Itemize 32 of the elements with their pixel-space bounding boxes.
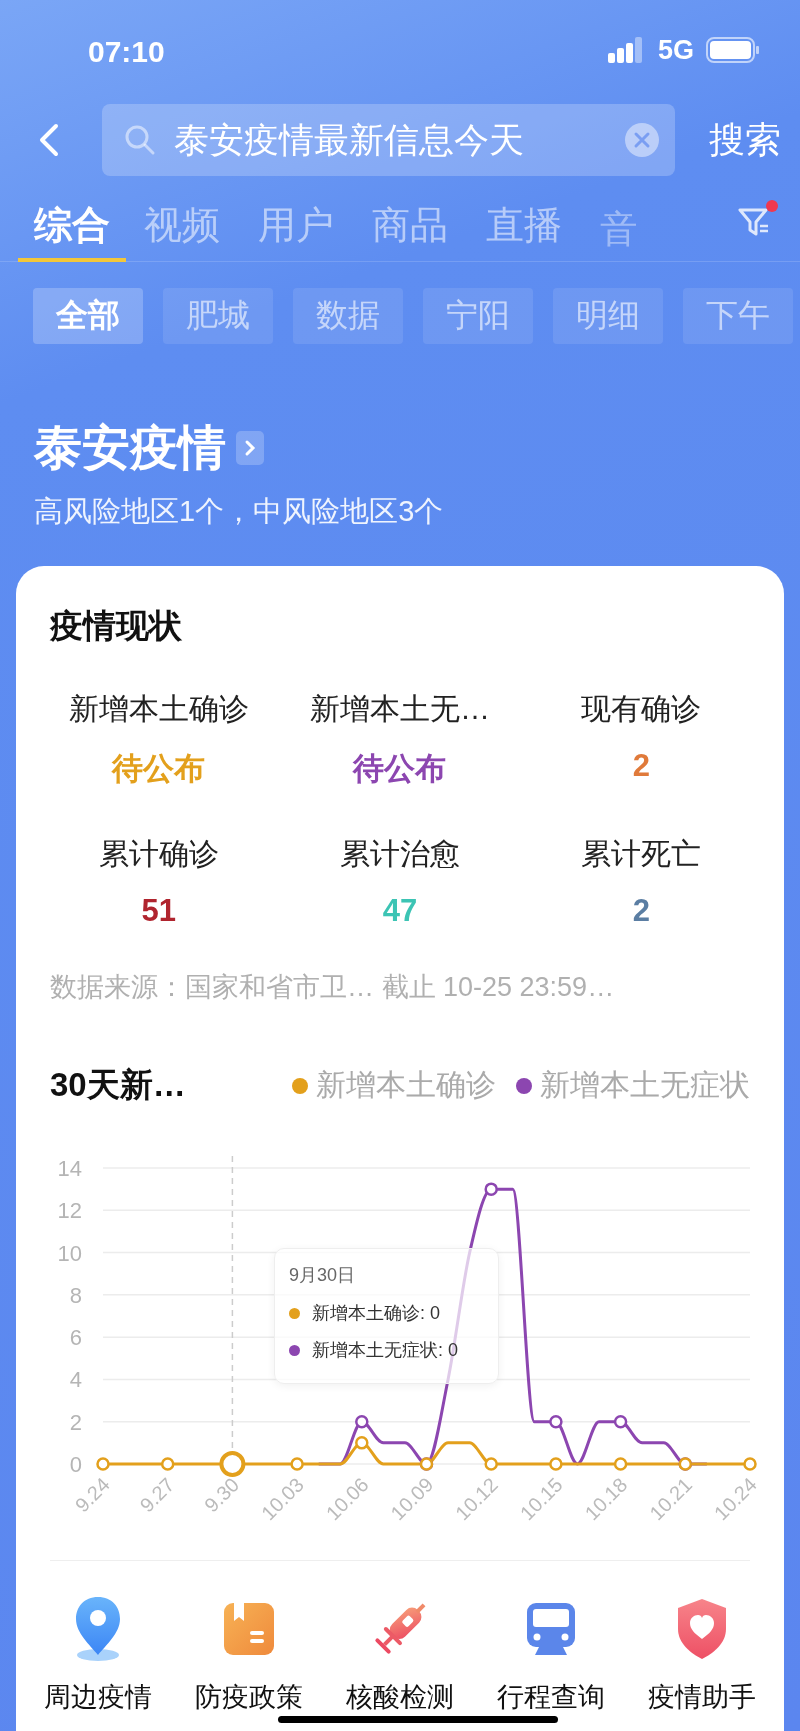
stat-label: 现有确诊	[580, 691, 703, 727]
y-tick-label: 12	[57, 1198, 82, 1224]
status-time: 07:10	[88, 34, 166, 69]
stat-value: 待公布	[110, 750, 207, 788]
stat-label: 新增本土无…	[309, 691, 491, 727]
y-tick-label: 14	[57, 1156, 82, 1181]
stat-value: 待公布	[351, 750, 448, 788]
stat-label: 新增本土确诊	[67, 691, 250, 727]
tooltip-label: 新增本土无症状: 0	[312, 1339, 458, 1362]
panel-title: 疫情现状	[50, 606, 183, 646]
topic-title: 泰安疫情	[34, 420, 226, 476]
stat-label: 累计治愈	[339, 836, 461, 872]
network-label: 5G	[657, 34, 694, 66]
tooltip-title: 9月30日	[289, 1264, 357, 1287]
legend-label: 新增本土确诊	[316, 1067, 496, 1103]
y-tick-label: 6	[69, 1325, 82, 1351]
y-tick-label: 10	[57, 1240, 82, 1266]
y-tick-label: 2	[69, 1409, 82, 1435]
stat-value: 47	[381, 893, 419, 929]
data-source: 数据来源：国家和省市卫… 截止 10-25 23:59…	[50, 971, 616, 1004]
legend-label: 新增本土无症状	[540, 1067, 750, 1103]
x-tick-label: 9.30	[200, 1473, 244, 1517]
y-tick-label: 8	[69, 1282, 82, 1308]
y-tick-label: 4	[69, 1367, 82, 1393]
stat-value: 2	[631, 748, 651, 784]
stat-label: 累计确诊	[97, 836, 220, 872]
stat-value: 51	[140, 893, 177, 929]
stat-label: 累计死亡	[580, 836, 703, 872]
stat-value: 2	[631, 893, 651, 929]
tooltip-label: 新增本土确诊: 0	[312, 1302, 440, 1325]
risk-summary: 高风险地区1个，中风险地区3个	[34, 494, 445, 529]
chart-title: 30天新…	[50, 1065, 187, 1105]
